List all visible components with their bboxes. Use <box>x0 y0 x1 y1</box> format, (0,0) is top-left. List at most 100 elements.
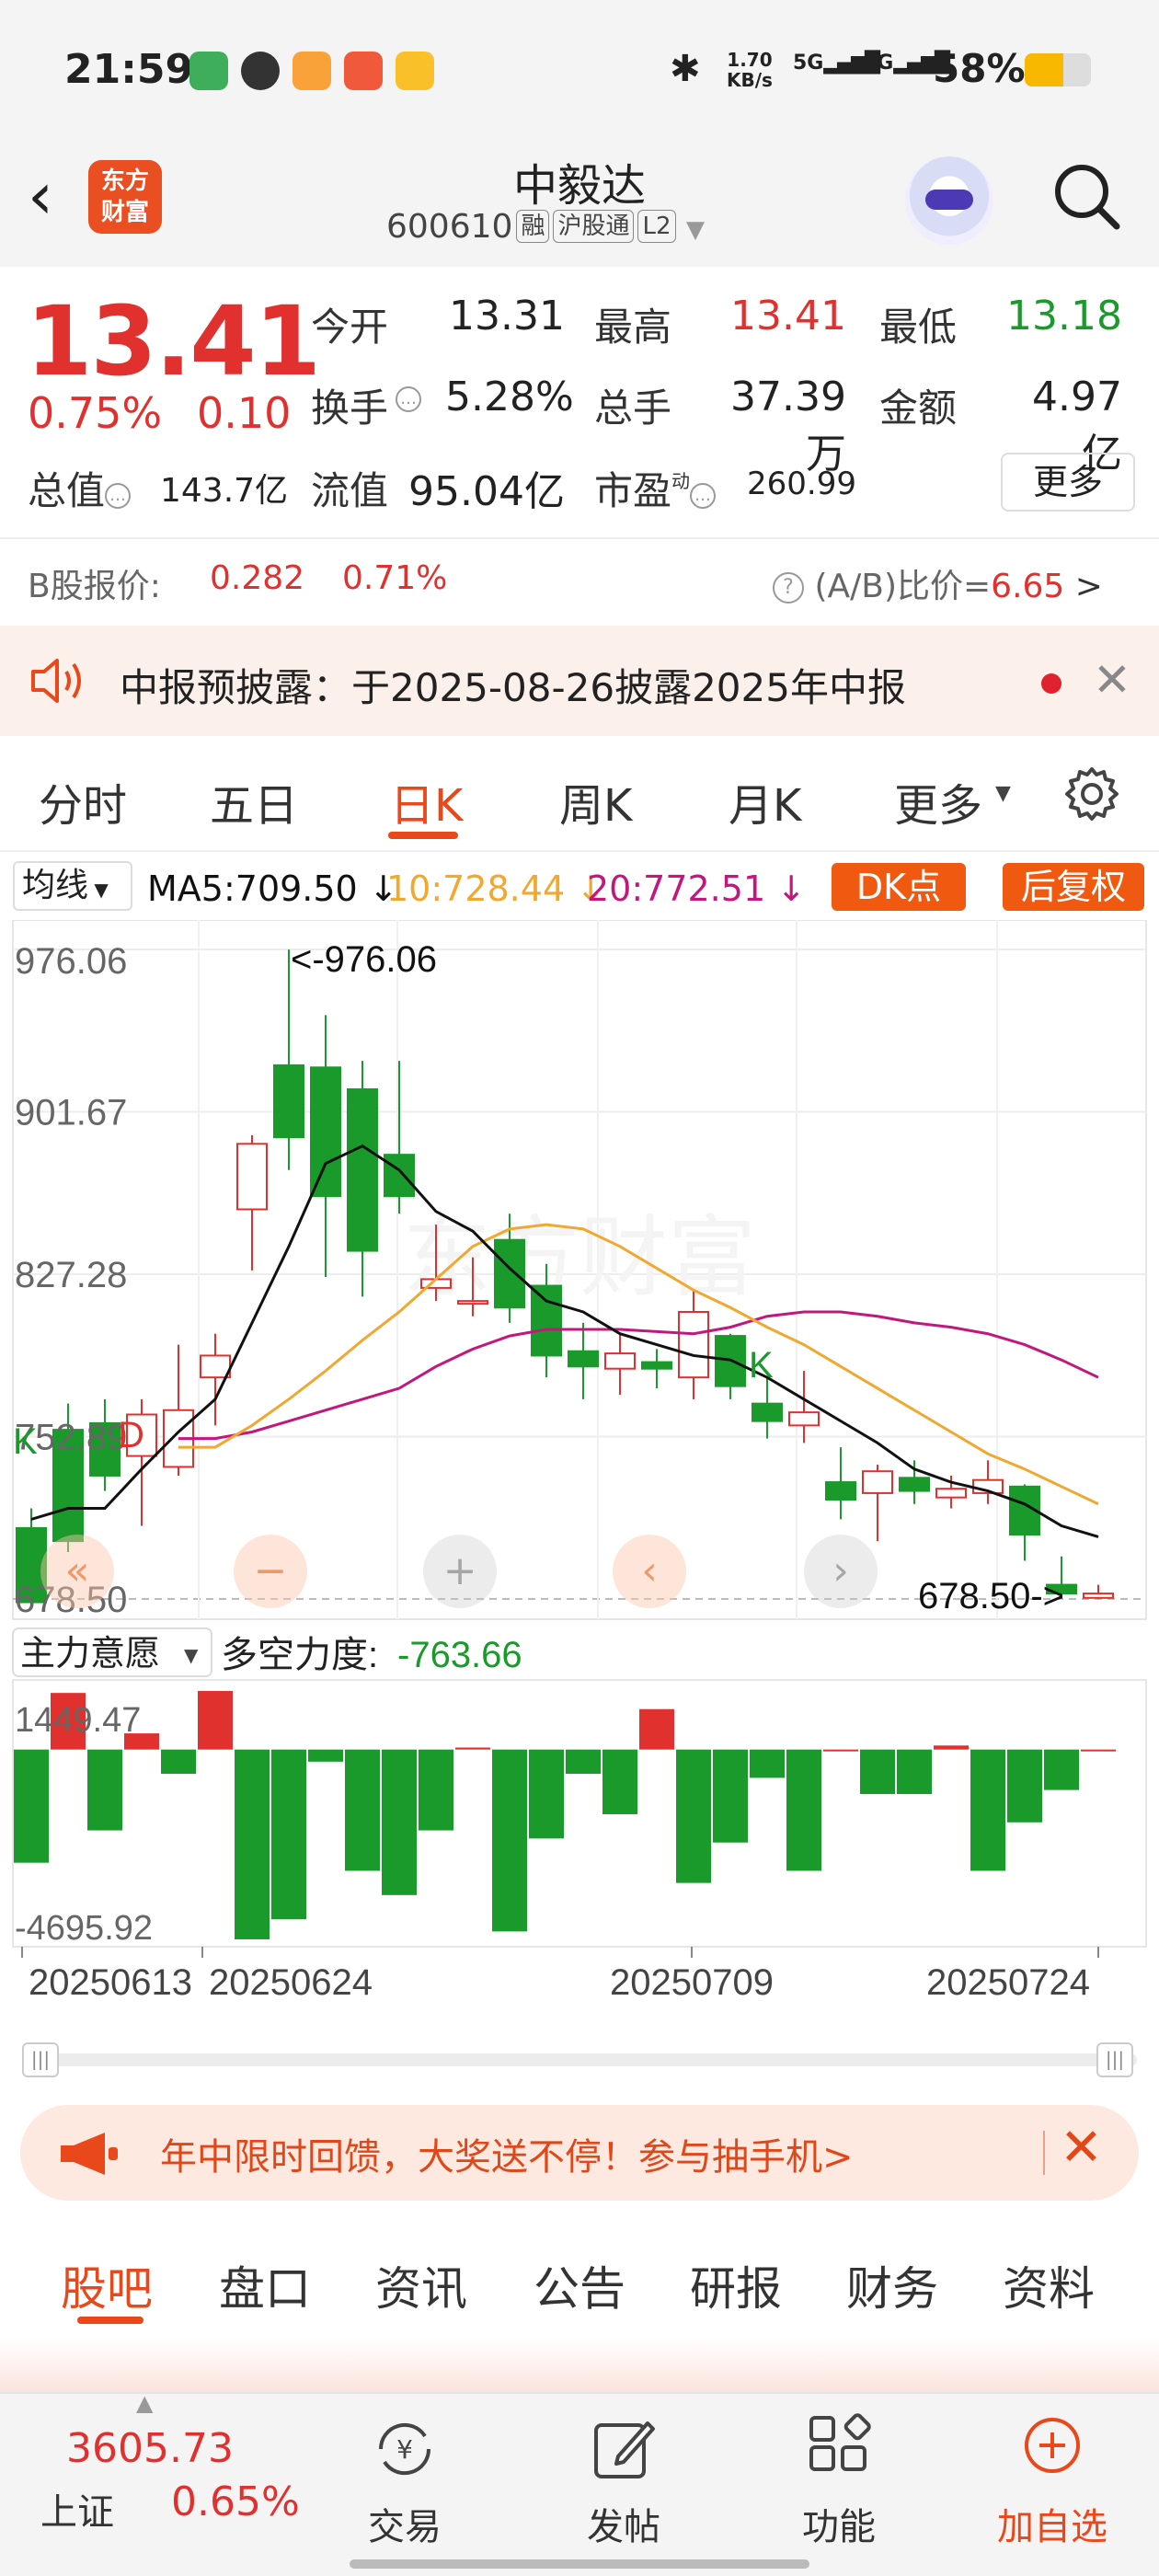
assistant-robot-icon[interactable] <box>905 156 993 245</box>
volume-bar <box>271 1749 306 1920</box>
close-icon[interactable]: ✕ <box>1093 653 1131 707</box>
close-icon[interactable]: ✕ <box>1060 2118 1103 2178</box>
nav-add-watchlist[interactable]: 加自选 <box>970 2394 1135 2559</box>
nav-functions[interactable]: 功能 <box>756 2394 922 2559</box>
chevron-left-icon[interactable]: ‹ <box>613 1535 686 1608</box>
quote-value: 13.41 <box>730 293 846 339</box>
search-icon[interactable] <box>1049 158 1122 232</box>
ab-ratio[interactable]: ? (A/B)比价=6.65 > <box>773 559 1103 607</box>
candle <box>604 1352 636 1370</box>
promo-banner[interactable]: 年中限时回馈，大奖送不停！参与抽手机> ✕ <box>20 2105 1139 2201</box>
unread-dot <box>1041 673 1061 694</box>
volume-bar <box>676 1749 711 1883</box>
volume-bar <box>823 1749 858 1752</box>
tab-content[interactable]: 公告 <box>534 2252 625 2318</box>
volume-bar <box>308 1749 343 1762</box>
volume-bar <box>198 1691 233 1750</box>
volume-bar <box>14 1749 49 1863</box>
tab-content[interactable]: 资料 <box>1003 2252 1095 2318</box>
signal-label: D <box>118 1415 144 1455</box>
tab-content[interactable]: 资讯 <box>375 2252 467 2318</box>
tab-content[interactable]: 财务 <box>846 2252 938 2318</box>
chevron-down-icon: ▼ <box>685 216 705 244</box>
tab-period[interactable]: 更多 <box>894 769 982 834</box>
svg-text:›: › <box>832 1547 849 1594</box>
tab-period[interactable]: 周K <box>559 769 632 834</box>
tab-period[interactable]: 五日 <box>210 769 298 834</box>
ma5-line <box>30 1144 1099 1538</box>
chevron-down-icon: ▼ <box>995 782 1011 805</box>
chart-scroll-track[interactable] <box>22 2053 1137 2066</box>
dk-point-button[interactable]: DK点 <box>832 863 966 911</box>
app-icon <box>344 52 383 90</box>
scroll-handle-left[interactable]: ||| <box>22 2042 59 2077</box>
ma10-value: 10:728.44 ↓ <box>386 868 606 909</box>
promo-text: 年中限时回馈，大奖送不停！参与抽手机> <box>160 2136 854 2179</box>
nav-post[interactable]: 发帖 <box>541 2394 706 2559</box>
candle <box>678 1310 709 1379</box>
stock-code: 600610 <box>386 208 513 246</box>
b-share-price: 0.282 <box>210 559 305 597</box>
app-icon <box>396 52 434 90</box>
nav-trade[interactable]: ¥ 交易 <box>322 2394 488 2559</box>
more-quote-button[interactable]: 更多 <box>1001 453 1135 512</box>
active-tab-indicator <box>388 832 458 839</box>
chevron-right-icon[interactable]: › <box>804 1535 878 1608</box>
tab-content[interactable]: 股吧 <box>61 2252 153 2318</box>
scroll-handle-right[interactable]: ||| <box>1096 2042 1133 2077</box>
speaker-icon <box>31 659 81 703</box>
market-cap-label: 总值… <box>28 460 132 516</box>
info-icon[interactable]: … <box>690 483 717 509</box>
home-indicator <box>350 2559 809 2569</box>
chevron-down-icon: ▼ <box>184 1644 199 1666</box>
svg-text:‹: ‹ <box>641 1547 658 1594</box>
divider <box>0 850 1159 852</box>
settings-gear-icon[interactable] <box>1061 764 1122 824</box>
candle <box>862 1470 893 1494</box>
quote-label: 今开 <box>311 305 389 350</box>
index-ticker[interactable]: ▲ 3605.73 上证 0.65% <box>0 2390 304 2559</box>
tag-l2: L2 <box>637 210 676 243</box>
x-axis-date: 20250724 <box>926 1962 1090 2003</box>
tag-connect: 沪股通 <box>553 210 635 243</box>
pe-label: 市盈动… <box>594 460 717 516</box>
notice-bar[interactable]: 中报预披露：于2025-08-26披露2025年中报 ✕ <box>0 626 1159 736</box>
stock-code-row[interactable]: 600610 融沪股通 L2 ▼ <box>386 208 705 246</box>
minus-icon[interactable]: − <box>234 1535 307 1608</box>
quote-label: 最高 <box>594 305 672 350</box>
tab-content[interactable]: 盘口 <box>219 2252 311 2318</box>
edit-icon <box>594 2421 655 2478</box>
volume-tick-label: -4695.92 <box>15 1909 153 1948</box>
tab-content[interactable]: 研报 <box>690 2252 782 2318</box>
float-cap-label: 流值 <box>311 468 389 513</box>
tab-period[interactable]: 月K <box>729 769 801 834</box>
kline-chart[interactable]: 东方财富976.06901.67827.28752.89678.50<-976.… <box>0 920 1159 2024</box>
status-bar: 21:59 ✱ 1.70 KB/s 5G▂▄▆█ 4G▂▄▆█ 58% <box>0 0 1159 138</box>
chevron-up-icon: ▲ <box>136 2390 154 2416</box>
tab-period[interactable]: 分时 <box>39 769 127 834</box>
x-axis-date: 20250709 <box>610 1962 774 2003</box>
index-value: 3605.73 <box>66 2425 234 2472</box>
divider <box>0 537 1159 539</box>
volume-bar <box>1081 1749 1116 1752</box>
volume-bar <box>161 1749 196 1775</box>
candle <box>568 1350 599 1368</box>
market-cap: 143.7亿 <box>160 472 289 510</box>
info-icon[interactable]: … <box>105 483 132 509</box>
volume-bar <box>750 1749 785 1778</box>
adjust-button[interactable]: 后复权 <box>1003 863 1144 911</box>
bluetooth-icon: ✱ <box>670 48 701 90</box>
zoom-out-far-icon[interactable]: « <box>40 1535 114 1608</box>
app-icon <box>189 52 228 90</box>
ma20-value: 20:772.51 ↓ <box>587 868 807 909</box>
volume-bar <box>235 1749 270 1939</box>
info-icon[interactable]: … <box>396 386 421 412</box>
indicator-dropdown[interactable]: 均线 ▼ <box>13 861 132 911</box>
help-icon: ? <box>773 572 804 604</box>
candle <box>752 1402 783 1422</box>
candle <box>457 1300 488 1305</box>
tab-period[interactable]: 日K <box>390 769 463 834</box>
tag-margin: 融 <box>516 210 550 243</box>
index-pct: 0.65% <box>171 2478 300 2525</box>
plus-icon[interactable]: + <box>423 1535 497 1608</box>
